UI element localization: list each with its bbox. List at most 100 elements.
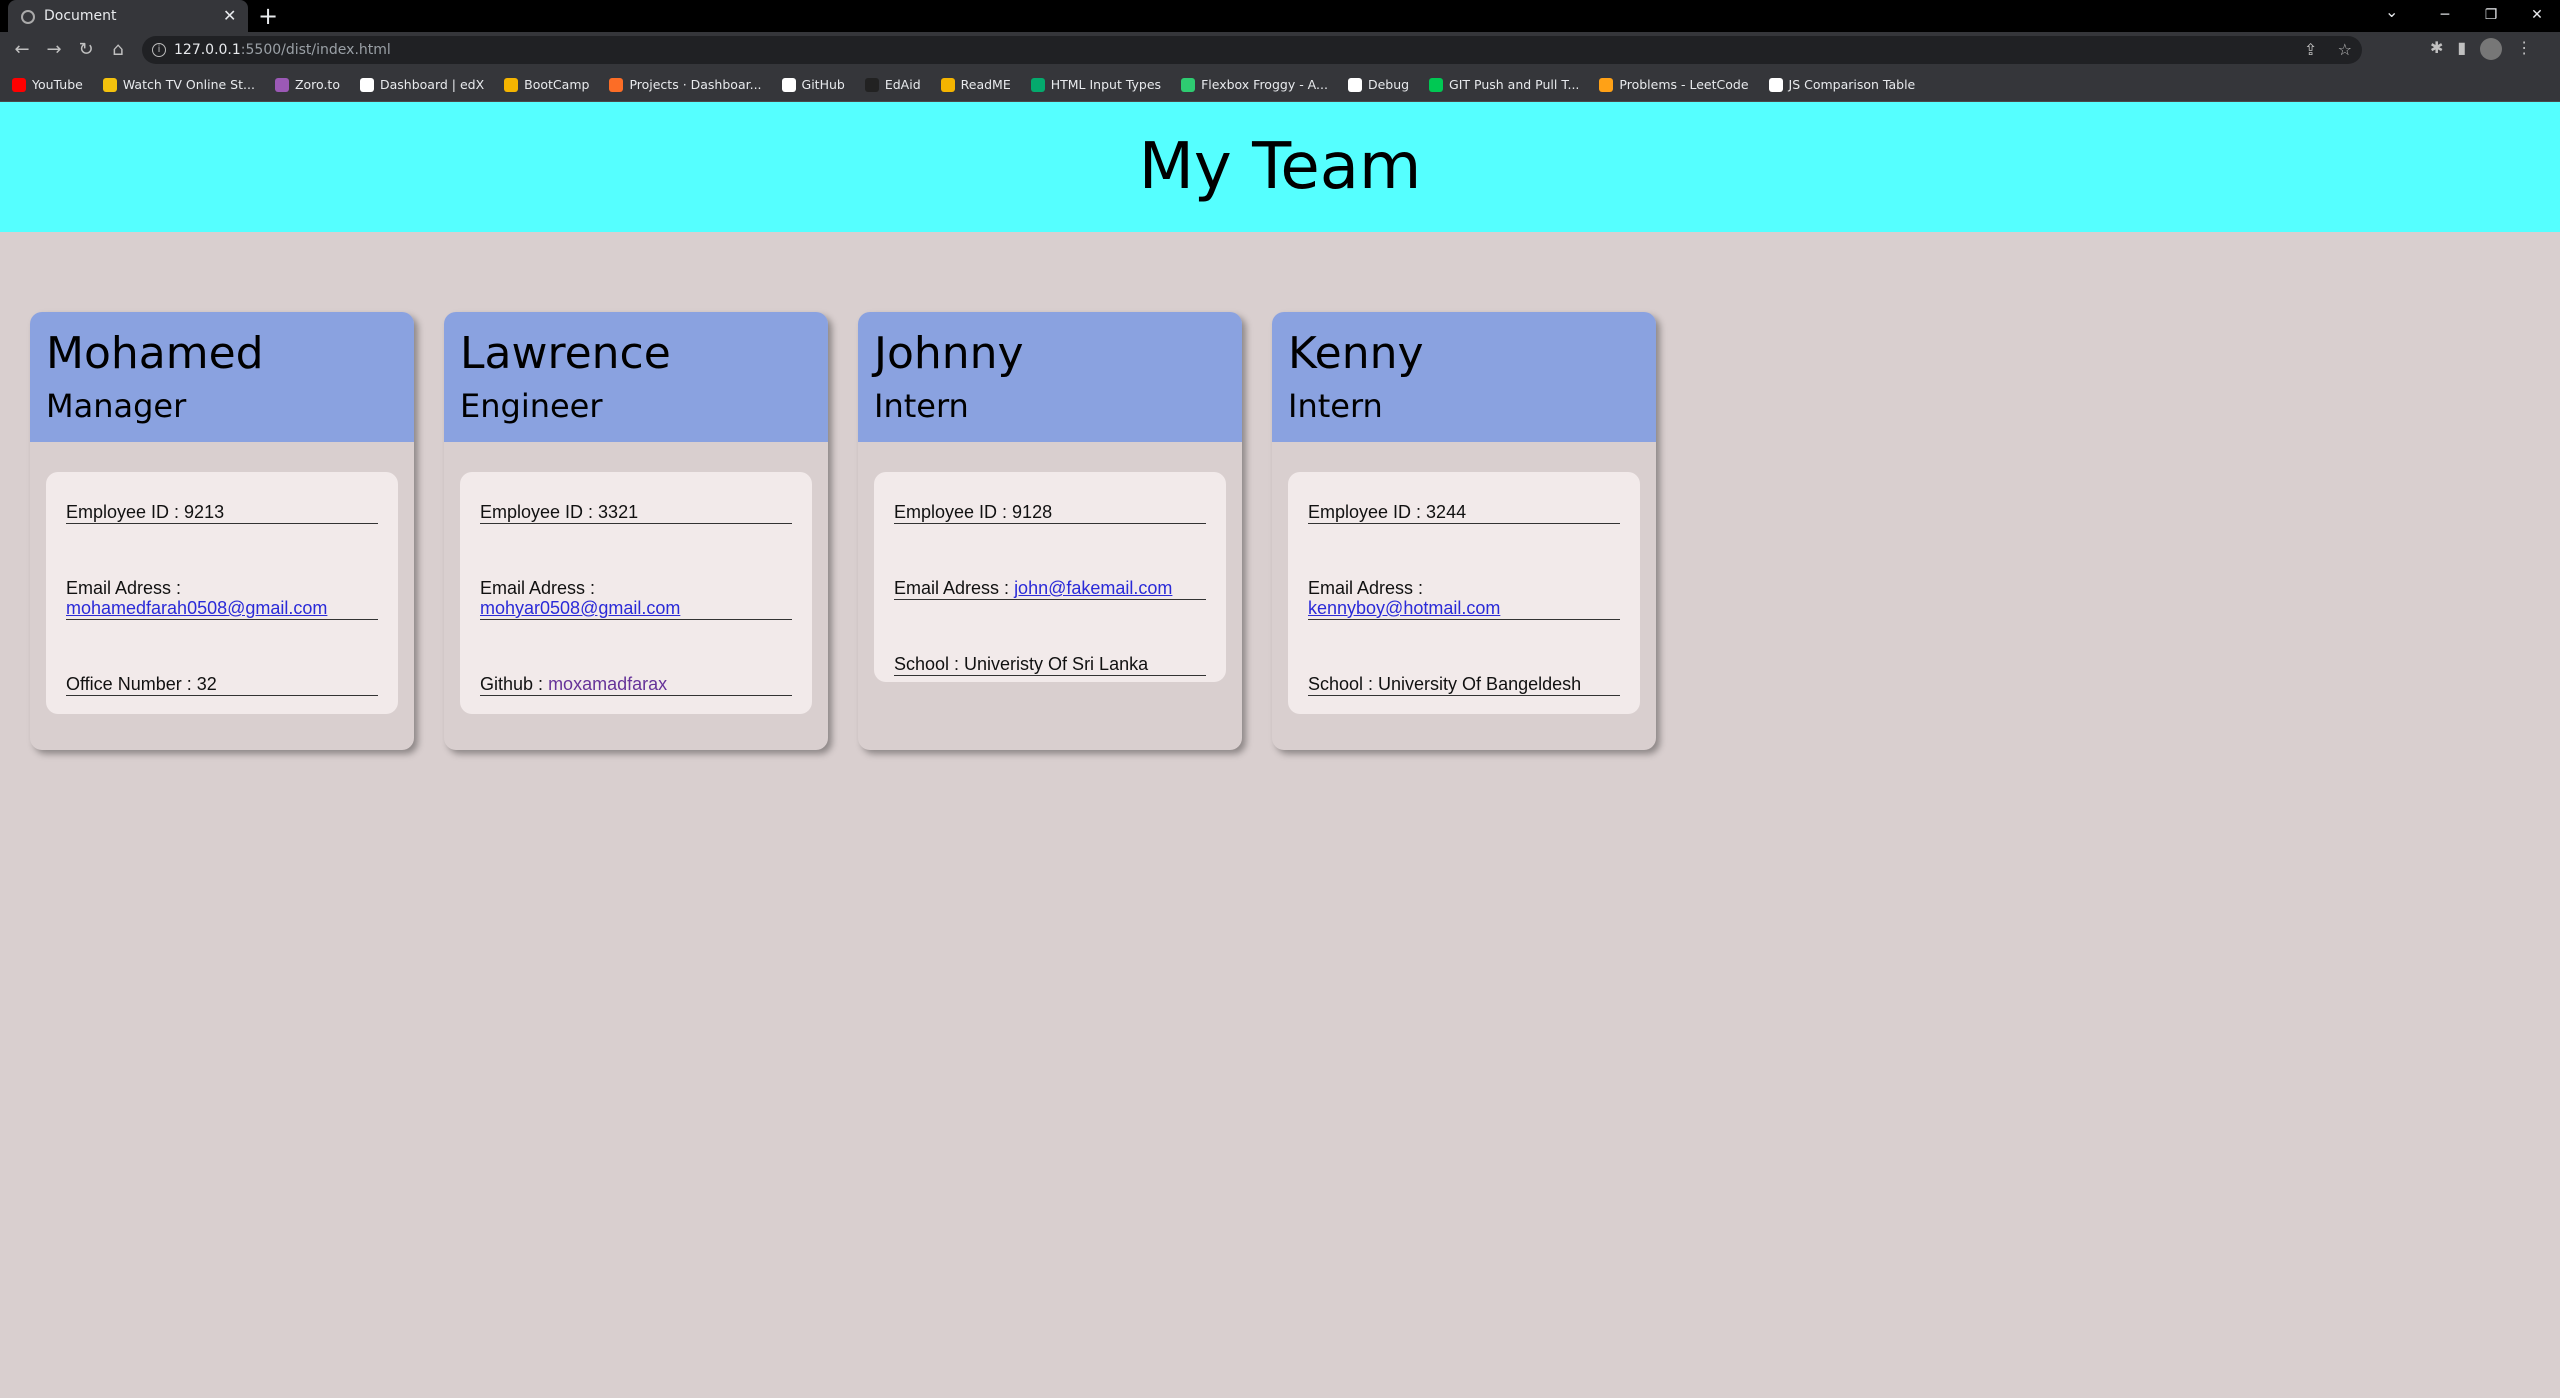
back-icon[interactable]: ← (8, 36, 36, 64)
bookmark-favicon-icon (504, 77, 519, 92)
omnibox-actions: ⇪ ☆ (2304, 40, 2352, 59)
employee-id: Employee ID : 3244 (1308, 502, 1620, 524)
github-link[interactable]: moxamadfarax (548, 674, 667, 694)
minimize-icon[interactable]: ─ (2422, 0, 2468, 32)
email-link[interactable]: kennyboy@hotmail.com (1308, 598, 1500, 618)
bookmark-item[interactable]: JS Comparison Table (1768, 77, 1915, 92)
office-number: Office Number : 32 (66, 674, 378, 696)
bookmark-favicon-icon (1429, 77, 1444, 92)
tab-strip: Document ✕ + ⌄ ─ ❐ ✕ (0, 0, 2560, 32)
employee-name: Lawrence (460, 328, 671, 379)
new-tab-icon[interactable]: + (258, 2, 278, 30)
forward-icon[interactable]: → (40, 36, 68, 64)
bookmark-item[interactable]: GIT Push and Pull T... (1429, 77, 1579, 92)
tab-title: Document (44, 8, 117, 24)
card-details: Employee ID : 3244 Email Adress : kennyb… (1288, 472, 1640, 714)
email-field: Email Adress : mohyar0508@gmail.com (480, 578, 792, 620)
card-header: Mohamed Manager (30, 312, 414, 442)
email-field: Email Adress : mohamedfarah0508@gmail.co… (66, 578, 378, 620)
bookmark-label: Problems - LeetCode (1619, 77, 1749, 92)
employee-role: Intern (1288, 387, 1383, 425)
share-icon[interactable]: ⇪ (2304, 40, 2317, 59)
employee-name: Mohamed (46, 328, 264, 379)
email-label: Email Adress : (1308, 578, 1424, 598)
bookmark-label: Zoro.to (294, 77, 340, 92)
employee-card: Johnny Intern Employee ID : 9128 Email A… (858, 312, 1242, 750)
page-title: My Team (1138, 130, 1422, 204)
browser-tab[interactable]: Document ✕ (8, 0, 248, 32)
site-info-icon[interactable]: i (152, 43, 166, 57)
bookmark-star-icon[interactable]: ☆ (2338, 40, 2352, 59)
globe-icon (21, 10, 35, 24)
email-field: Email Adress : john@fakemail.com (894, 578, 1206, 600)
school-field: School : Univeristy Of Sri Lanka (894, 654, 1206, 676)
restore-icon[interactable]: ❐ (2468, 0, 2514, 32)
employee-name: Johnny (874, 328, 1024, 379)
github-label: Github : (480, 674, 544, 694)
bookmark-label: Watch TV Online St... (122, 77, 255, 92)
bookmark-label: Dashboard | edX (379, 77, 485, 92)
bookmark-item[interactable]: Watch TV Online St... (102, 77, 255, 92)
email-label: Email Adress : (66, 578, 182, 598)
bookmark-label: GitHub (801, 77, 845, 92)
bookmark-label: Projects · Dashboar... (629, 77, 762, 92)
bookmark-favicon-icon (1181, 77, 1196, 92)
toolbar-right: ✱ ▮ ⋮ (2430, 38, 2532, 60)
school-field: School : University Of Bangeldesh (1308, 674, 1620, 696)
bookmark-favicon-icon (781, 77, 796, 92)
bookmarks-bar: YouTube Watch TV Online St... Zoro.to Dashb… (0, 68, 2560, 102)
bookmark-favicon-icon (102, 77, 117, 92)
page: My Team Mohamed Manager Employee ID : 92… (0, 102, 2560, 1398)
close-window-icon[interactable]: ✕ (2514, 0, 2560, 32)
side-panel-icon[interactable]: ▮ (2457, 38, 2466, 60)
bookmark-label: ReadME (960, 77, 1011, 92)
bookmark-favicon-icon (359, 77, 374, 92)
menu-kebab-icon[interactable]: ⋮ (2516, 38, 2532, 60)
window-controls: ─ ❐ ✕ (2422, 0, 2560, 32)
profile-avatar-icon[interactable] (2480, 38, 2503, 60)
bookmark-item[interactable]: Debug (1347, 77, 1410, 92)
bookmark-label: YouTube (32, 77, 83, 92)
bookmark-label: GIT Push and Pull T... (1449, 77, 1580, 92)
tab-close-icon[interactable]: ✕ (223, 6, 236, 25)
bookmark-label: Flexbox Froggy - A... (1201, 77, 1328, 92)
bookmark-item[interactable]: Projects · Dashboar... (609, 77, 762, 92)
reload-icon[interactable]: ↻ (72, 36, 100, 64)
employee-id: Employee ID : 3321 (480, 502, 792, 524)
bookmark-favicon-icon (274, 77, 289, 92)
page-header: My Team (0, 102, 2560, 232)
bookmark-label: Debug (1367, 77, 1410, 92)
employee-role: Manager (46, 387, 187, 425)
email-link[interactable]: mohamedfarah0508@gmail.com (66, 598, 327, 618)
url-text: 127.0.0.1:5500/dist/index.html (174, 42, 391, 58)
bookmark-item[interactable]: YouTube (12, 77, 83, 92)
bookmark-favicon-icon (609, 77, 624, 92)
email-link[interactable]: john@fakemail.com (1014, 578, 1172, 598)
github-field: Github : moxamadfarax (480, 674, 792, 696)
bookmark-label: EdAid (884, 77, 921, 92)
bookmark-item[interactable]: Zoro.to (274, 77, 340, 92)
bookmark-item[interactable]: EdAid (864, 77, 921, 92)
bookmark-favicon-icon (940, 77, 955, 92)
employee-role: Intern (874, 387, 969, 425)
employee-card: Lawrence Engineer Employee ID : 3321 Ema… (444, 312, 828, 750)
bookmark-label: HTML Input Types (1050, 77, 1162, 92)
bookmark-favicon-icon (12, 77, 26, 92)
extensions-icon[interactable]: ✱ (2430, 38, 2443, 60)
bookmark-item[interactable]: ReadME (940, 77, 1011, 92)
email-link[interactable]: mohyar0508@gmail.com (480, 598, 680, 618)
employee-card: Mohamed Manager Employee ID : 9213 Email… (30, 312, 414, 750)
employee-role: Engineer (460, 387, 603, 425)
tab-search-chevron-icon[interactable]: ⌄ (2385, 2, 2398, 21)
email-label: Email Adress : (480, 578, 596, 598)
bookmark-item[interactable]: Flexbox Froggy - A... (1181, 77, 1328, 92)
employee-id: Employee ID : 9213 (66, 502, 378, 524)
home-icon[interactable]: ⌂ (104, 36, 132, 64)
address-bar[interactable]: i 127.0.0.1:5500/dist/index.html ⇪ ☆ (142, 36, 2362, 64)
bookmark-item[interactable]: HTML Input Types (1030, 77, 1162, 92)
bookmark-item[interactable]: Problems - LeetCode (1599, 77, 1749, 92)
bookmark-item[interactable]: BootCamp (504, 77, 589, 92)
bookmark-item[interactable]: Dashboard | edX (359, 77, 485, 92)
bookmark-favicon-icon (1768, 77, 1783, 92)
bookmark-item[interactable]: GitHub (781, 77, 845, 92)
